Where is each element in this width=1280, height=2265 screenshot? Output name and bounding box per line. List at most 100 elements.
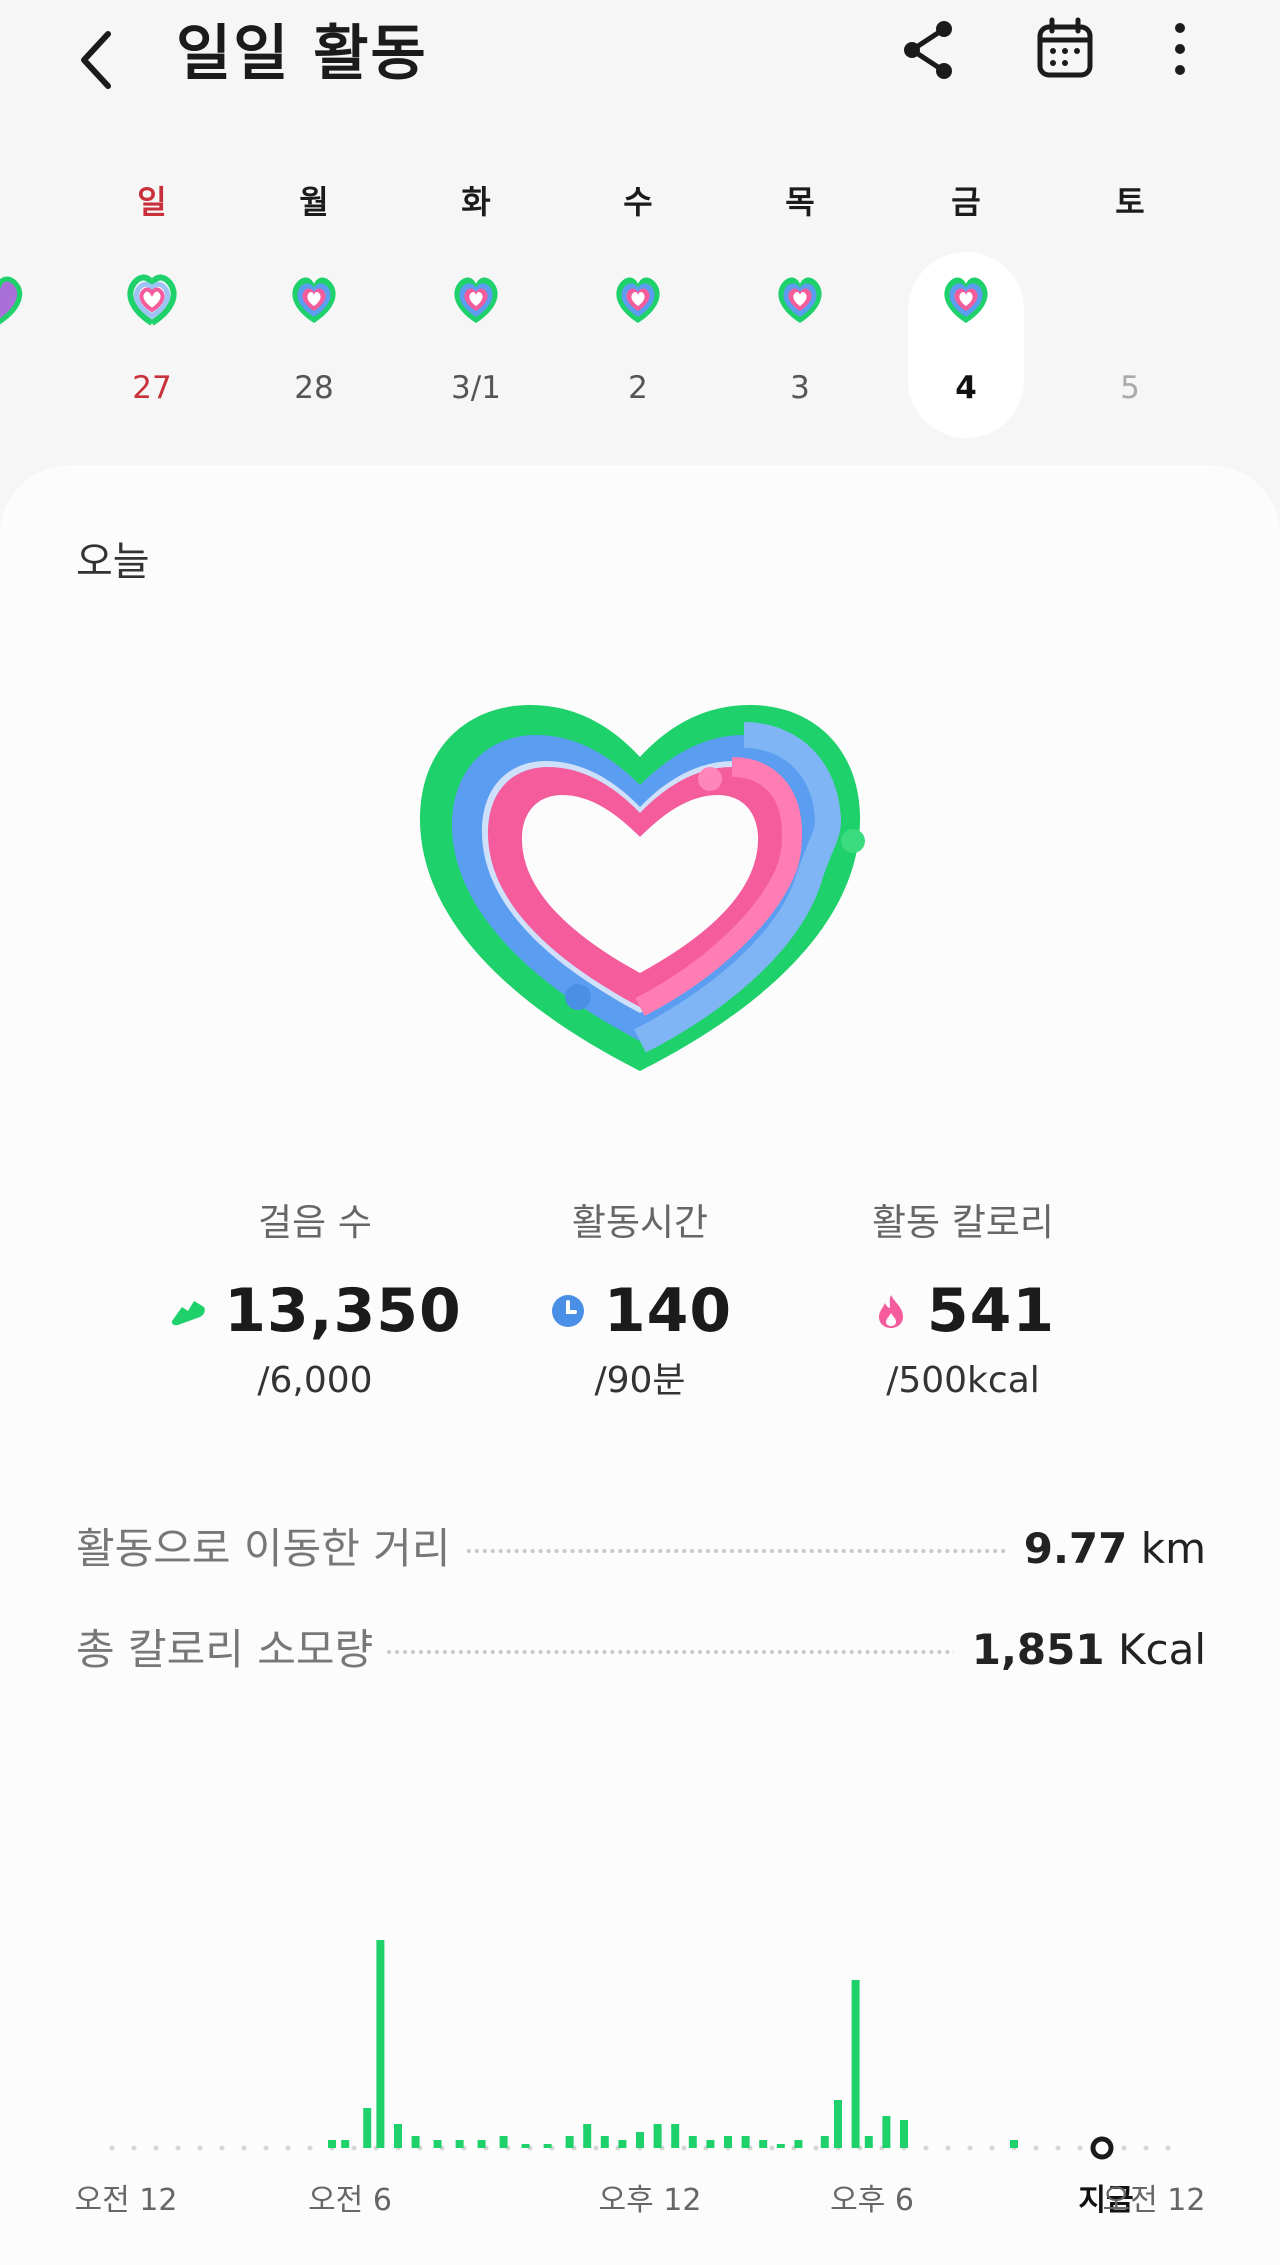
calendar-button[interactable] <box>1030 14 1100 84</box>
stat-value: 541 <box>926 1276 1056 1346</box>
hourly-bar <box>741 2136 750 2148</box>
hourly-bar <box>851 1980 860 2148</box>
stat-label: 활동시간 <box>571 1201 709 1244</box>
detail-row-total-calories: 총 칼로리 소모량 1,851 Kcal <box>76 1620 1206 1680</box>
baseline-dot <box>813 2145 819 2151</box>
baseline-dot <box>593 2145 599 2151</box>
stat-goal: /90분 <box>594 1360 686 1401</box>
baseline-dot <box>219 2145 225 2151</box>
stat-value-row: 140 <box>480 1278 800 1344</box>
activity-stats: 걸음 수 13,350 /6,000 활동시간 140 /90분 활동 칼로리 <box>0 1200 1280 1420</box>
hourly-bar <box>583 2124 592 2148</box>
hourly-bar <box>794 2140 803 2148</box>
stat-value: 140 <box>603 1276 733 1346</box>
day-item-sat[interactable]: 토 5 <box>1072 160 1188 440</box>
baseline-dot <box>175 2145 181 2151</box>
detail-value: 9.77 km <box>1005 1519 1206 1579</box>
day-date: 3/1 <box>451 370 501 406</box>
day-item-tue[interactable]: 화 3/1 <box>418 160 534 440</box>
detail-unit: Kcal <box>1117 1625 1206 1674</box>
share-button[interactable] <box>894 14 964 84</box>
previous-day-ring-icon <box>0 276 23 325</box>
hourly-bar <box>706 2140 715 2148</box>
hourly-bar <box>376 1940 385 2148</box>
day-item-thu[interactable]: 목 3 <box>742 160 858 440</box>
hourly-bar <box>820 2136 829 2148</box>
day-name: 토 <box>1115 183 1145 221</box>
now-marker <box>1090 2136 1114 2160</box>
back-button[interactable] <box>62 10 142 100</box>
hourly-bar <box>882 2116 891 2148</box>
day-item-mon[interactable]: 월 28 <box>256 160 372 440</box>
baseline-dot <box>681 2145 687 2151</box>
hourly-bar <box>565 2136 574 2148</box>
share-icon <box>904 21 952 79</box>
activity-heart-ring-icon <box>419 705 865 1071</box>
baseline-dot <box>1033 2145 1039 2151</box>
hourly-bar <box>618 2140 627 2148</box>
chevron-left-icon <box>81 31 111 89</box>
baseline-dot <box>351 2145 357 2151</box>
flame-icon <box>878 1295 903 1328</box>
stat-value: 13,350 <box>224 1276 462 1346</box>
hourly-bar <box>724 2136 732 2148</box>
day-item-wed[interactable]: 수 2 <box>580 160 696 440</box>
hourly-bar <box>394 2124 402 2148</box>
stat-steps[interactable]: 걸음 수 13,350 /6,000 <box>155 1200 475 1404</box>
more-options-button[interactable] <box>1150 14 1210 84</box>
detail-unit: km <box>1140 1524 1206 1573</box>
baseline-dot <box>1055 2145 1061 2151</box>
day-date: 5 <box>1120 370 1140 406</box>
hourly-bar <box>653 2124 662 2148</box>
hourly-bar <box>600 2136 609 2148</box>
hourly-bar <box>363 2108 372 2148</box>
baseline-dot <box>967 2145 973 2151</box>
app-bar: 일일 활동 <box>0 0 1280 110</box>
baseline-dot <box>945 2145 951 2151</box>
heart-ring-icon <box>127 274 177 327</box>
day-item-sun[interactable]: 일 27 <box>94 160 210 440</box>
hourly-bar <box>900 2120 908 2148</box>
stat-active-calories[interactable]: 활동 칼로리 541 /500kcal <box>803 1200 1123 1404</box>
heart-ring-icon <box>292 277 336 323</box>
stat-value-row: 13,350 <box>155 1278 475 1344</box>
baseline-dot <box>197 2145 203 2151</box>
hourly-bar <box>776 2144 785 2148</box>
day-date: 3 <box>790 370 810 406</box>
baseline-dot <box>285 2145 291 2151</box>
hourly-bar <box>688 2136 697 2148</box>
baseline-dot <box>989 2145 995 2151</box>
hourly-bar <box>1010 2140 1018 2148</box>
activity-heart-ring <box>410 695 870 1095</box>
day-activity-ring <box>447 270 505 328</box>
stat-goal: /500kcal <box>886 1360 1040 1401</box>
stat-active-time[interactable]: 활동시간 140 /90분 <box>480 1200 800 1404</box>
hourly-steps-chart[interactable]: 오전 12 오전 6 오후 12 오후 6 지금 오전 12 <box>0 1870 1280 2223</box>
hourly-bar <box>477 2140 486 2148</box>
today-label: 오늘 <box>76 539 150 585</box>
hourly-bar <box>433 2140 442 2148</box>
day-activity-ring <box>609 270 667 328</box>
stat-label: 활동 칼로리 <box>872 1201 1054 1244</box>
baseline-dot <box>153 2145 159 2151</box>
day-name: 목 <box>785 183 815 221</box>
day-date: 2 <box>628 370 648 406</box>
more-vertical-icon <box>1175 23 1185 75</box>
hourly-bar <box>543 2144 552 2148</box>
hourly-bar <box>671 2124 680 2148</box>
hourly-steps-svg: 오전 12 오전 6 오후 12 오후 6 지금오전 12 <box>75 1940 1206 2218</box>
detail-label: 활동으로 이동한 거리 <box>76 1519 465 1579</box>
x-tick-label: 오후 6 <box>830 2183 914 2218</box>
day-item-fri-selected[interactable]: 금 4 <box>908 183 1024 438</box>
baseline-dot <box>1165 2145 1171 2151</box>
detail-label: 총 칼로리 소모량 <box>76 1620 388 1680</box>
day-date: 27 <box>132 370 172 406</box>
baseline-dot <box>769 2145 775 2151</box>
day-activity-ring <box>285 270 343 328</box>
detail-number: 1,851 <box>971 1625 1105 1674</box>
x-tick-label: 오전 12 <box>1103 2183 1206 2218</box>
heart-ring-icon <box>616 277 660 323</box>
baseline-dot <box>1121 2145 1127 2151</box>
baseline-dot <box>1143 2145 1149 2151</box>
x-tick-label: 오후 12 <box>599 2183 702 2218</box>
